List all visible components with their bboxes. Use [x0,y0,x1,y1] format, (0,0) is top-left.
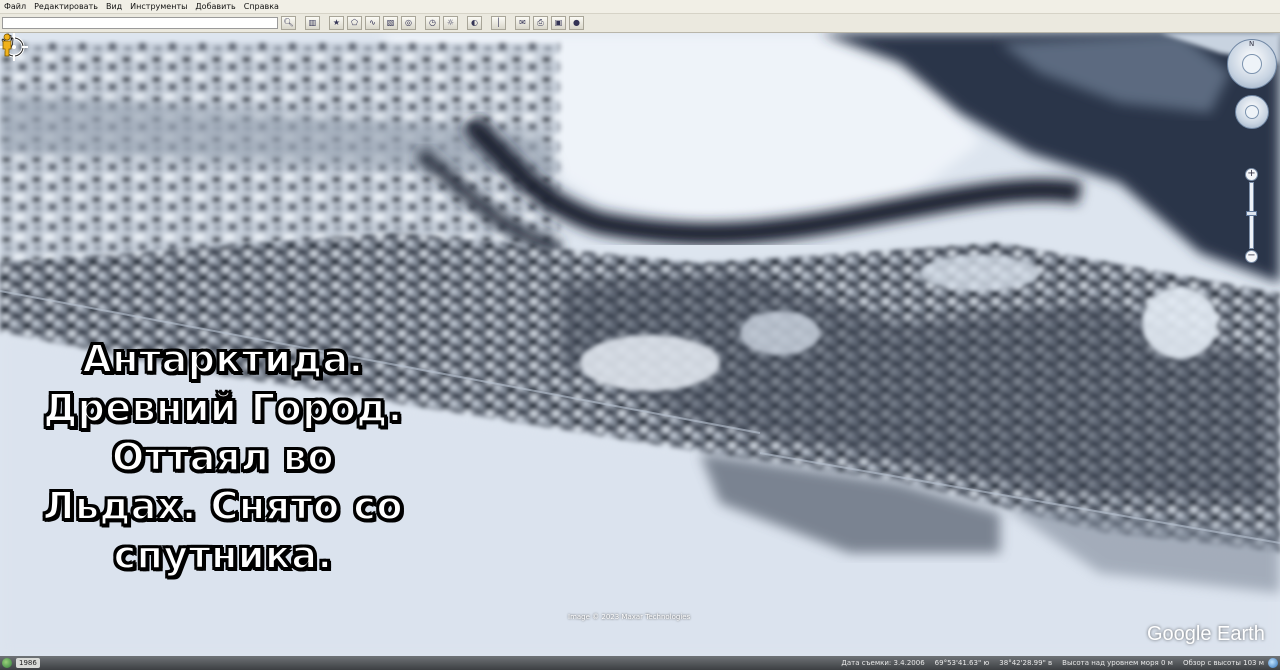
menu-bar: Файл Редактировать Вид Инструменты Добавить С… [0,0,1280,14]
add-placemark-button[interactable]: ★ [329,16,344,30]
add-path-button[interactable]: ∿ [365,16,380,30]
search-button[interactable]: 🔍︎ [281,16,296,30]
sidebar-toggle-button[interactable]: ▥ [305,16,320,30]
save-image-button[interactable]: ▣ [551,16,566,30]
hand-icon [1245,105,1259,119]
search-input[interactable] [2,17,278,29]
menu-item-3[interactable]: Инструменты [126,0,191,13]
overlay-icon: ▧ [386,18,395,27]
move-joystick[interactable] [1235,95,1269,129]
caption-line-2: Древний Город. [42,385,403,431]
map-view[interactable]: Антарктида. Древний Город. Оттаял во Льд… [0,33,1280,656]
globe-icon: ● [573,18,580,27]
latitude-readout: 69°53'41.63" ю [934,659,990,667]
zoom-out-button[interactable]: − [1245,250,1258,263]
path-icon: ∿ [369,18,376,27]
north-label: N [1249,40,1255,48]
caption-line-4: Льдах. Снято со [42,483,404,529]
menu-item-4[interactable]: Добавить [191,0,239,13]
streaming-globe-icon [1268,658,1278,668]
record-tour-button[interactable]: ◎ [401,16,416,30]
printer-icon: ⎙ [537,18,544,27]
sun-icon: ☼ [446,18,455,27]
add-overlay-button[interactable]: ▧ [383,16,398,30]
add-polygon-button[interactable]: ⬠ [347,16,362,30]
look-joystick[interactable]: N [1227,39,1277,89]
image-icon: ▣ [554,18,563,27]
ruler-button[interactable]: │ [491,16,506,30]
placemark-icon: ★ [332,18,341,27]
longitude-readout: 38°42'28.99" в [999,659,1053,667]
eye-icon [1242,54,1262,74]
caption-line-1: Антарктида. [81,336,364,382]
status-readouts: Дата съемки: 3.4.2006 69°53'41.63" ю 38°… [841,659,1264,667]
print-button[interactable]: ⎙ [533,16,548,30]
globe-icon [2,658,12,668]
eye-altitude-readout: Обзор с высоты 103 м [1182,659,1264,667]
polygon-icon: ⬠ [351,18,358,27]
view-in-maps-button[interactable]: ● [569,16,584,30]
caption-line-3: Оттаял во [111,434,335,480]
clock-icon: ◷ [429,18,436,27]
magnifier-icon: 🔍︎ [283,18,294,27]
historical-year-badge[interactable]: 1986 [16,658,40,668]
menu-item-0[interactable]: Файл [0,0,30,13]
ruler-icon: │ [496,18,501,27]
sunlight-button[interactable]: ☼ [443,16,458,30]
email-button[interactable]: ✉ [515,16,530,30]
zoom-in-button[interactable]: + [1245,168,1258,181]
toolbar: 🔍︎ ▥ ★ ⬠ ∿ ▧ ◎ ◷ ☼ ◐ │ ✉ ⎙ ▣ ● [0,14,1280,33]
historical-imagery-button[interactable]: ◷ [425,16,440,30]
envelope-icon: ✉ [519,18,526,27]
menu-item-2[interactable]: Вид [102,0,126,13]
imagery-date: Дата съемки: 3.4.2006 [841,659,925,667]
google-earth-window: Файл Редактировать Вид Инструменты Добавить С… [0,0,1280,670]
menu-item-5[interactable]: Справка [240,0,283,13]
status-bar: 1986 Дата съемки: 3.4.2006 69°53'41.63" … [0,656,1280,670]
imagery-credit: Image © 2023 Maxar Technologies [568,613,691,621]
sidebar-icon: ▥ [308,18,317,27]
tour-icon: ◎ [405,18,412,27]
zoom-slider-thumb[interactable] [1246,211,1257,216]
street-view-pegman-icon[interactable] [0,33,14,57]
caption-line-5: спутника. [113,532,333,578]
planets-button[interactable]: ◐ [467,16,482,30]
google-earth-logo: Google Earth [1147,623,1265,645]
menu-item-1[interactable]: Редактировать [30,0,102,13]
elevation-readout: Высота над уровнем моря 0 м [1062,659,1173,667]
video-caption: Антарктида. Древний Город. Оттаял во Льд… [18,335,428,580]
planet-icon: ◐ [471,18,478,27]
